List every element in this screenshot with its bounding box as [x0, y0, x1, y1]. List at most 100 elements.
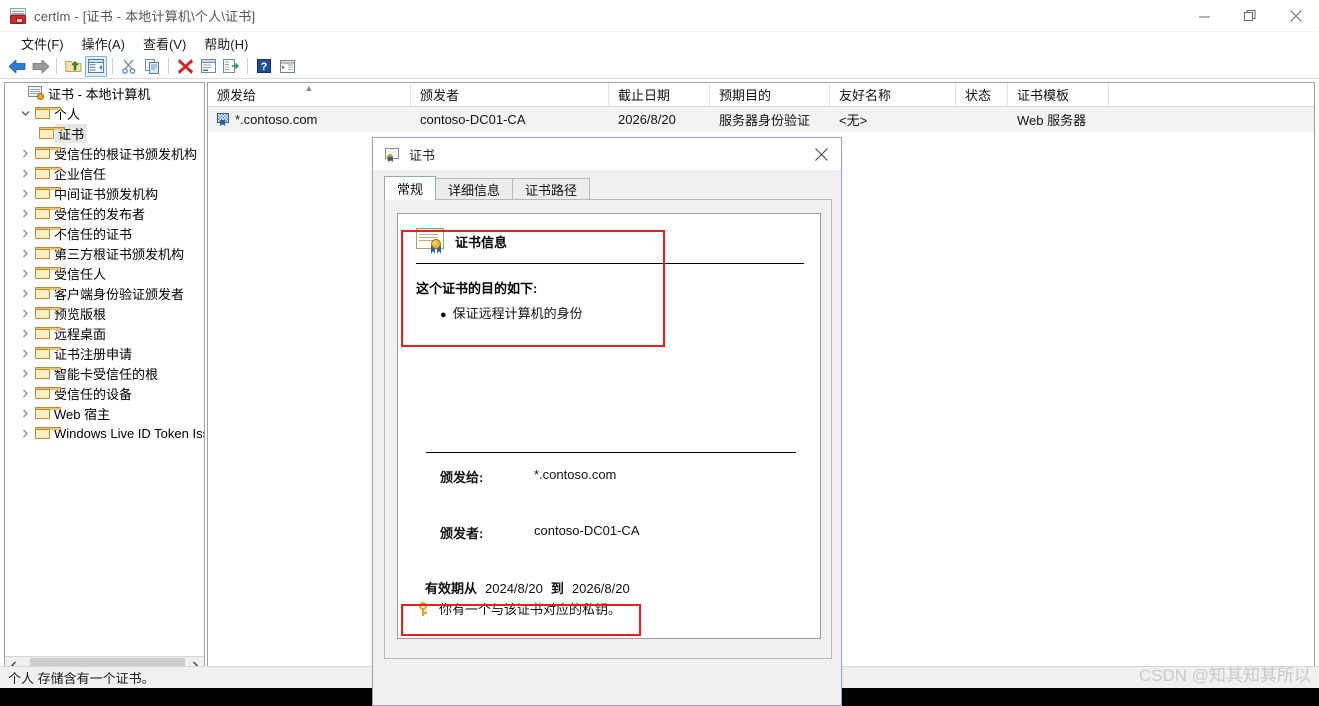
- tree-item-remote-desktop[interactable]: 远程桌面: [5, 323, 204, 343]
- tree-item-web-hosting[interactable]: Web 宿主: [5, 403, 204, 423]
- minimize-button[interactable]: [1181, 0, 1227, 32]
- tree-item-enterprise-trust[interactable]: 企业信任: [5, 163, 204, 183]
- tree-item-trusted-devices[interactable]: 受信任的设备: [5, 383, 204, 403]
- tree-item-trusted-people[interactable]: 受信任人: [5, 263, 204, 283]
- cut-icon[interactable]: [118, 56, 140, 77]
- tree-item-trusted-root-ca[interactable]: 受信任的根证书颁发机构: [5, 143, 204, 163]
- menu-view[interactable]: 查看(V): [134, 33, 195, 54]
- chevron-right-icon[interactable]: [17, 285, 33, 301]
- folder-icon: [33, 367, 51, 379]
- help-icon[interactable]: ?: [253, 56, 275, 77]
- divider-middle: [426, 452, 796, 453]
- title-bar: certlm - [证书 - 本地计算机\个人\证书]: [0, 0, 1319, 32]
- tree-item-third-party-root-ca[interactable]: 第三方根证书颁发机构: [5, 243, 204, 263]
- column-header-issued-by[interactable]: 颁发者: [411, 83, 609, 106]
- tab-page-general: 证书信息 这个证书的目的如下: ● 保证远程计算机的身份 颁发给: *.cont…: [384, 199, 832, 659]
- validity-to-label: 到: [551, 578, 564, 597]
- folder-icon: [33, 347, 51, 359]
- tree-item-certificates[interactable]: 证书: [5, 123, 204, 143]
- chevron-right-icon[interactable]: [17, 305, 33, 321]
- folder-icon: [37, 127, 55, 139]
- chevron-right-icon[interactable]: [17, 225, 33, 241]
- chevron-right-icon[interactable]: [17, 405, 33, 421]
- tree-root-label: 证书 - 本地计算机: [45, 84, 154, 103]
- tree-item-untrusted-certificates[interactable]: 不信任的证书: [5, 223, 204, 243]
- column-label: 友好名称: [839, 85, 891, 104]
- tab-label: 证书路径: [525, 180, 577, 199]
- chevron-right-icon[interactable]: [17, 265, 33, 281]
- tree-item-trusted-publishers[interactable]: 受信任的发布者: [5, 203, 204, 223]
- dialog-title-bar: 证书: [373, 138, 841, 170]
- chevron-right-icon[interactable]: [17, 345, 33, 361]
- close-button[interactable]: [1273, 0, 1319, 32]
- copy-icon[interactable]: [141, 56, 163, 77]
- info-heading-label: 证书信息: [455, 232, 507, 251]
- certlm-icon: [10, 8, 26, 24]
- show-hide-tree-icon[interactable]: [85, 56, 107, 77]
- column-label: 颁发者: [420, 85, 459, 104]
- dialog-title: 证书: [409, 145, 435, 164]
- forward-icon[interactable]: [29, 56, 51, 77]
- window-list-icon[interactable]: [276, 56, 298, 77]
- menu-file[interactable]: 文件(F): [12, 33, 73, 54]
- column-header-intended-purposes[interactable]: 预期目的: [710, 83, 830, 106]
- validity-from-label: 有效期从: [425, 578, 477, 597]
- chevron-right-icon[interactable]: [17, 145, 33, 161]
- validity-to-value: 2026/8/20: [572, 581, 630, 596]
- delete-icon[interactable]: [174, 56, 196, 77]
- toolbar-separator: [56, 58, 57, 74]
- tree-item-personal[interactable]: 个人: [5, 103, 204, 123]
- cell-text: contoso-DC01-CA: [420, 112, 526, 127]
- restore-button[interactable]: [1227, 0, 1273, 32]
- tree-item-label: 证书注册申请: [51, 344, 135, 363]
- up-folder-icon[interactable]: [62, 56, 84, 77]
- tab-label: 详细信息: [448, 180, 500, 199]
- chevron-right-icon[interactable]: [17, 425, 33, 441]
- watermark: CSDN @知其知其所以: [1139, 661, 1311, 686]
- folder-icon: [33, 187, 51, 199]
- tab-details[interactable]: 详细信息: [435, 178, 513, 200]
- chevron-down-icon[interactable]: [17, 105, 33, 121]
- chevron-right-icon[interactable]: [17, 245, 33, 261]
- purpose-heading: 这个证书的目的如下:: [416, 278, 537, 297]
- tree-item-label: 受信任的根证书颁发机构: [51, 144, 200, 163]
- back-icon[interactable]: [6, 56, 28, 77]
- column-header-certificate-template[interactable]: 证书模板: [1008, 83, 1109, 106]
- tree-item-smart-card-trusted-roots[interactable]: 智能卡受信任的根: [5, 363, 204, 383]
- issued-to-row: 颁发给: *.contoso.com: [440, 467, 616, 486]
- table-row[interactable]: *.contoso.com contoso-DC01-CA 2026/8/20 …: [208, 107, 1314, 132]
- tree-item-intermediate-ca[interactable]: 中间证书颁发机构: [5, 183, 204, 203]
- tree-item-label: 中间证书颁发机构: [51, 184, 161, 203]
- folder-icon: [33, 427, 51, 439]
- tree-item-client-auth-issuers[interactable]: 客户端身份验证颁发者: [5, 283, 204, 303]
- tab-general[interactable]: 常规: [384, 176, 436, 200]
- menu-help[interactable]: 帮助(H): [195, 33, 257, 54]
- column-header-status[interactable]: 状态: [956, 83, 1008, 106]
- column-header-friendly-name[interactable]: 友好名称: [830, 83, 956, 106]
- chevron-right-icon[interactable]: [17, 325, 33, 341]
- chevron-right-icon[interactable]: [17, 185, 33, 201]
- certificate-icon: [217, 113, 231, 126]
- toolbar-separator: [247, 58, 248, 74]
- console-tree: 证书 - 本地计算机 个人 证书 受信任的根证书颁发机构: [5, 83, 204, 655]
- dialog-tabs: 常规 详细信息 证书路径: [384, 176, 832, 200]
- chevron-right-icon[interactable]: [17, 165, 33, 181]
- tree-item-certificate-enrollment-requests[interactable]: 证书注册申请: [5, 343, 204, 363]
- chevron-right-icon[interactable]: [17, 205, 33, 221]
- tree-item-label: 受信任的发布者: [51, 204, 148, 223]
- purpose-list: ● 保证远程计算机的身份: [440, 303, 583, 322]
- chevron-right-icon[interactable]: [17, 385, 33, 401]
- tree-item-preview-build-roots[interactable]: 预览版根: [5, 303, 204, 323]
- export-icon[interactable]: [220, 56, 242, 77]
- dialog-close-button[interactable]: [801, 138, 841, 170]
- folder-icon: [33, 327, 51, 339]
- menu-action[interactable]: 操作(A): [73, 33, 134, 54]
- chevron-right-icon[interactable]: [17, 365, 33, 381]
- tab-certification-path[interactable]: 证书路径: [512, 178, 590, 200]
- tree-item-windows-live-id-token-issuer[interactable]: Windows Live ID Token Iss: [5, 423, 204, 443]
- folder-icon: [33, 407, 51, 419]
- column-header-issued-to[interactable]: ▲ 颁发给: [208, 83, 411, 106]
- column-header-expiration-date[interactable]: 截止日期: [609, 83, 710, 106]
- tree-root-node[interactable]: 证书 - 本地计算机: [5, 83, 204, 103]
- properties-icon[interactable]: [197, 56, 219, 77]
